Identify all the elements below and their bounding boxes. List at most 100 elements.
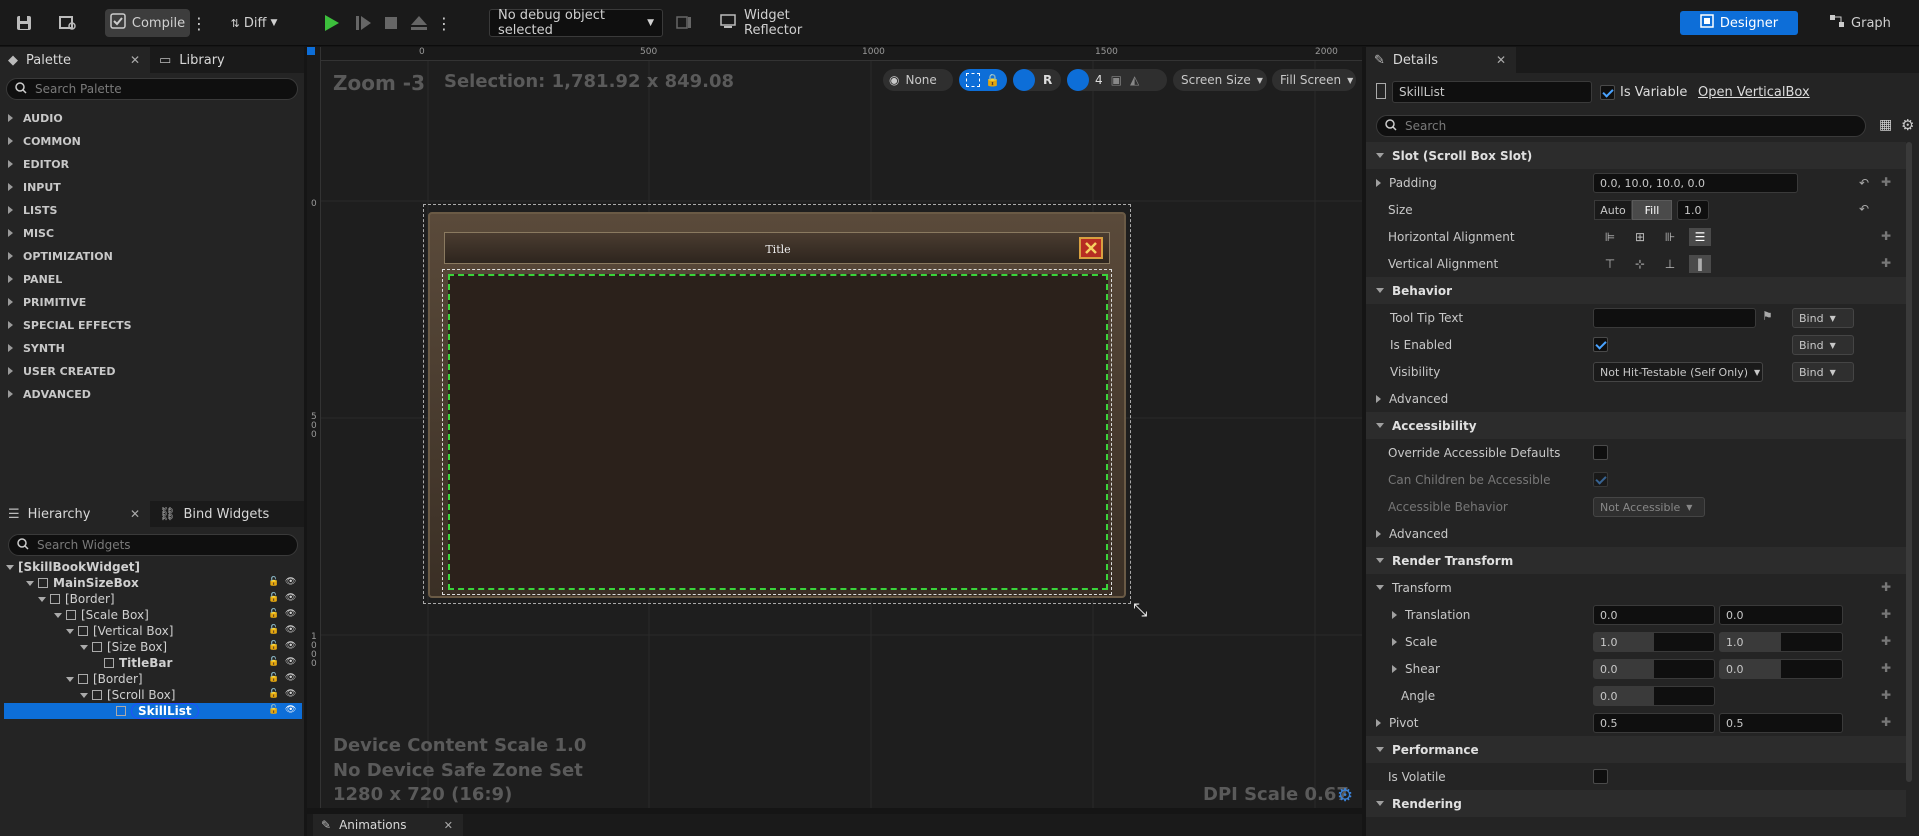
snap-toggle-group[interactable]: 🔒 — [959, 69, 1007, 91]
visibility-eye-icon[interactable]: 👁 — [285, 689, 296, 700]
flip-icon[interactable]: ◭ — [1130, 73, 1139, 87]
collapse-icon[interactable] — [38, 596, 46, 602]
hierarchy-item[interactable]: [Border] 🔓 👁 — [4, 671, 302, 687]
size-fill-option[interactable]: Fill — [1632, 200, 1672, 220]
locale-dropdown[interactable]: ◉ None — [883, 69, 953, 91]
tab-palette[interactable]: ◆ Palette ✕ — [0, 47, 150, 73]
shear-y-input[interactable]: 0.0 — [1719, 659, 1843, 679]
details-scrollbar[interactable] — [1906, 142, 1912, 782]
collapse-icon[interactable] — [80, 644, 88, 650]
align-left-icon[interactable]: ⊫ — [1599, 228, 1621, 246]
tab-bind-widgets[interactable]: ⛓ Bind Widgets — [155, 501, 295, 527]
angle-input[interactable]: 0.0 — [1593, 686, 1715, 706]
enabled-bind-dropdown[interactable]: Bind ▼ — [1792, 335, 1854, 355]
section-behavior[interactable]: Behavior — [1366, 277, 1906, 304]
screen-size-dropdown[interactable]: Screen Size ▼ — [1173, 69, 1267, 91]
translation-y-input[interactable]: 0.0 — [1719, 605, 1843, 625]
compile-options-icon[interactable]: ⋮ — [191, 9, 207, 37]
collapse-icon[interactable] — [54, 612, 62, 618]
size-rule-toggle[interactable]: Auto Fill — [1594, 200, 1672, 220]
lock-icon[interactable]: 🔓 — [268, 657, 279, 668]
debug-object-dropdown[interactable]: No debug object selected ▼ — [489, 8, 663, 38]
row-transform[interactable]: Transform — [1366, 574, 1906, 601]
fill-screen-dropdown[interactable]: Fill Screen ▼ — [1272, 69, 1356, 91]
widget-reflector-button[interactable]: Widget Reflector — [720, 8, 842, 38]
align-middle-icon[interactable]: ⊹ — [1629, 255, 1651, 273]
widget-name-input[interactable]: SkillList — [1392, 81, 1592, 103]
lock-icon[interactable]: 🔓 — [268, 625, 279, 636]
open-verticalbox-link[interactable]: Open VerticalBox — [1698, 85, 1810, 100]
shear-x-input[interactable]: 0.0 — [1593, 659, 1715, 679]
tooltip-input[interactable] — [1593, 308, 1756, 328]
visibility-eye-icon[interactable]: 👁 — [285, 625, 296, 636]
section-slot[interactable]: Slot (Scroll Box Slot) — [1366, 142, 1906, 169]
skill-list-area[interactable] — [448, 274, 1108, 590]
stop-icon[interactable] — [378, 9, 404, 37]
browse-icon[interactable] — [56, 9, 80, 37]
hierarchy-item[interactable]: [Border] 🔓 👁 — [4, 591, 302, 607]
layout-snap-icon[interactable] — [965, 73, 980, 87]
palette-category-special-effects[interactable]: SPECIAL EFFECTS — [0, 314, 304, 336]
expand-icon[interactable] — [1376, 178, 1381, 187]
translation-x-input[interactable]: 0.0 — [1593, 605, 1715, 625]
hierarchy-item[interactable]: [Scroll Box] 🔓 👁 — [4, 687, 302, 703]
keyframe-icon[interactable]: ✚ — [1881, 661, 1891, 675]
lock-icon[interactable]: 🔓 — [268, 577, 279, 588]
pivot-y-input[interactable]: 0.5 — [1719, 713, 1843, 733]
title-bar[interactable]: Title — [444, 232, 1110, 264]
palette-category-common[interactable]: COMMON — [0, 130, 304, 152]
scale-y-input[interactable]: 1.0 — [1719, 632, 1843, 652]
rotation-label[interactable]: R — [1043, 73, 1052, 87]
override-accessible-checkbox[interactable] — [1593, 445, 1608, 460]
keyframe-icon[interactable]: ✚ — [1881, 607, 1891, 621]
expand-icon[interactable] — [1376, 718, 1381, 727]
grid-icon[interactable] — [1067, 69, 1089, 91]
visibility-dropdown[interactable]: Not Hit-Testable (Self Only) ▼ — [1593, 362, 1763, 382]
align-bottom-icon[interactable]: ⊥ — [1659, 255, 1681, 273]
diff-button[interactable]: ⇅ Diff ▼ — [222, 9, 286, 37]
keyframe-icon[interactable]: ✚ — [1881, 229, 1891, 243]
palette-category-optimization[interactable]: OPTIMIZATION — [0, 245, 304, 267]
local-space-icon[interactable] — [1013, 69, 1035, 91]
is-variable-checkbox[interactable] — [1600, 85, 1615, 100]
align-top-icon[interactable]: ⊤ — [1599, 255, 1621, 273]
settings-gear-icon[interactable]: ⚙ — [1901, 116, 1914, 134]
graph-button[interactable]: Graph — [1820, 9, 1900, 37]
section-performance[interactable]: Performance — [1366, 736, 1906, 763]
is-volatile-checkbox[interactable] — [1593, 769, 1608, 784]
visibility-eye-icon[interactable]: 👁 — [285, 593, 296, 604]
padding-input[interactable]: 0.0, 10.0, 10.0, 0.0 — [1593, 173, 1798, 193]
hierarchy-item[interactable]: TitleBar 🔓 👁 — [4, 655, 302, 671]
tab-hierarchy[interactable]: ☰ Hierarchy ✕ — [0, 501, 150, 527]
lock-icon[interactable]: 🔓 — [268, 641, 279, 652]
halign-buttons[interactable]: ⊫ ⊞ ⊪ ☰ — [1599, 228, 1711, 246]
size-value-input[interactable]: 1.0 — [1677, 200, 1709, 220]
keyframe-icon[interactable]: ✚ — [1881, 634, 1891, 648]
scale-x-input[interactable]: 1.0 — [1593, 632, 1715, 652]
palette-category-lists[interactable]: LISTS — [0, 199, 304, 221]
collapse-icon[interactable] — [6, 564, 14, 570]
lock-icon[interactable]: 🔓 — [268, 705, 279, 716]
lock-icon[interactable]: 🔓 — [268, 593, 279, 604]
lock-icon[interactable]: 🔒 — [985, 73, 1000, 87]
palette-category-advanced[interactable]: ADVANCED — [0, 383, 304, 405]
flag-icon[interactable]: ⚑ — [1762, 309, 1773, 323]
keyframe-icon[interactable]: ✚ — [1881, 580, 1891, 594]
collapse-icon[interactable] — [80, 692, 88, 698]
compile-button[interactable]: Compile — [105, 9, 190, 37]
palette-category-misc[interactable]: MISC — [0, 222, 304, 244]
palette-category-audio[interactable]: AUDIO — [0, 107, 304, 129]
lock-icon[interactable]: 🔓 — [268, 689, 279, 700]
valign-buttons[interactable]: ⊤ ⊹ ⊥ ‖ — [1599, 255, 1711, 273]
visibility-eye-icon[interactable]: 👁 — [285, 609, 296, 620]
transform-toggle-group[interactable]: R — [1013, 69, 1061, 91]
size-auto-option[interactable]: Auto — [1594, 200, 1632, 220]
collapse-icon[interactable] — [26, 580, 34, 586]
is-enabled-checkbox[interactable] — [1593, 337, 1608, 352]
hierarchy-search-input[interactable]: Search Widgets — [8, 534, 298, 556]
section-render-transform[interactable]: Render Transform — [1366, 547, 1906, 574]
hierarchy-item[interactable]: [Size Box] 🔓 👁 — [4, 639, 302, 655]
grid-controls[interactable]: 4 ▣ ◭ — [1067, 69, 1167, 91]
reset-icon[interactable]: ↶ — [1859, 176, 1869, 190]
collapse-icon[interactable] — [66, 676, 74, 682]
